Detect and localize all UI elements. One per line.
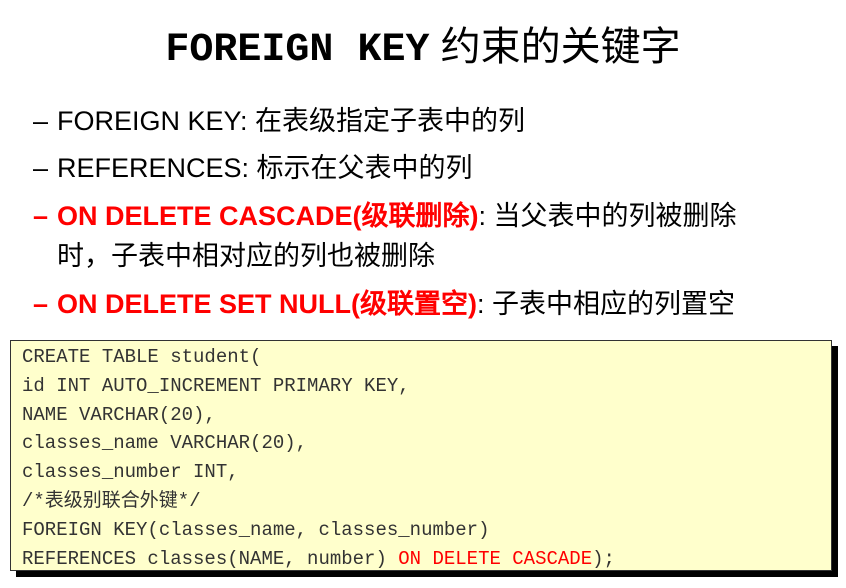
bullet-on-delete-cascade: – ON DELETE CASCADE(级联删除): 当父表中的列被删除时，子表中… (33, 196, 737, 276)
code-line: id INT AUTO_INCREMENT PRIMARY KEY, (22, 374, 410, 397)
bullet-dash: – (33, 289, 49, 319)
bullet-text: 标示在父表中的列 (249, 153, 473, 183)
code-line: CREATE TABLE student( (22, 346, 262, 368)
code-line: classes_name VARCHAR(20), (22, 432, 308, 455)
bullet-key: ON DELETE CASCADE(级联删除) (57, 201, 479, 231)
bullet-dash: – (33, 106, 49, 136)
bullet-on-delete-set-null: – ON DELETE SET NULL(级联置空): 子表中相应的列置空 (33, 284, 735, 324)
code-comment-line: /*表级别联合外键*/ (22, 489, 201, 512)
bullet-key: REFERENCES: (57, 153, 250, 183)
slide-title: FOREIGN KEY 约束的关键字 (0, 14, 846, 73)
code-text: ); (592, 547, 615, 570)
code-text: REFERENCES classes(NAME, number) (22, 547, 399, 570)
bullet-text: : 当父表中的列被删除 (478, 201, 737, 231)
bullet-key: FOREIGN KEY: (57, 106, 248, 136)
title-chinese: 约束的关键字 (440, 24, 681, 70)
code-highlight: ON DELETE CASCADE (398, 547, 593, 570)
bullet-text: : 子表中相应的列置空 (477, 289, 736, 319)
code-line: FOREIGN KEY(classes_name, classes_number… (22, 518, 490, 541)
code-line: classes_number INT, (22, 461, 239, 484)
code-line: REFERENCES classes(NAME, number) ON DELE… (22, 545, 615, 574)
code-block: CREATE TABLE student( id INT AUTO_INCREME… (22, 343, 615, 573)
bullet-dash: – (33, 153, 49, 183)
title-keyword: FOREIGN KEY (165, 28, 430, 73)
bullet-text: 在表级指定子表中的列 (247, 106, 526, 136)
bullet-references: – REFERENCES: 标示在父表中的列 (33, 148, 473, 188)
bullet-dash: – (33, 201, 49, 231)
bullet-text-continued: 时，子表中相对应的列也被删除 (57, 241, 435, 271)
bullet-key: ON DELETE SET NULL(级联置空) (57, 289, 477, 319)
code-line: NAME VARCHAR(20), (22, 403, 216, 426)
bullet-foreign-key: – FOREIGN KEY: 在表级指定子表中的列 (33, 101, 525, 141)
